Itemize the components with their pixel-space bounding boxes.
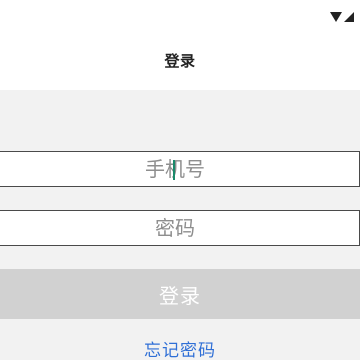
- text-cursor: [173, 160, 175, 180]
- app-bar: 登录: [0, 30, 360, 90]
- phone-input[interactable]: [0, 152, 359, 186]
- phone-field[interactable]: [0, 151, 360, 187]
- password-field[interactable]: [0, 210, 360, 246]
- status-bar: [0, 0, 360, 30]
- forgot-password-link[interactable]: 忘记密码: [0, 336, 360, 360]
- status-icons: [330, 11, 354, 23]
- password-input[interactable]: [0, 211, 359, 245]
- page-title: 登录: [164, 51, 196, 70]
- wifi-icon: [330, 12, 342, 22]
- login-form-area: 登录 忘记密码: [0, 90, 360, 360]
- login-button[interactable]: 登录: [0, 269, 360, 319]
- login-screen: 登录 登录 忘记密码: [0, 0, 360, 360]
- cellular-signal-icon: [344, 12, 354, 22]
